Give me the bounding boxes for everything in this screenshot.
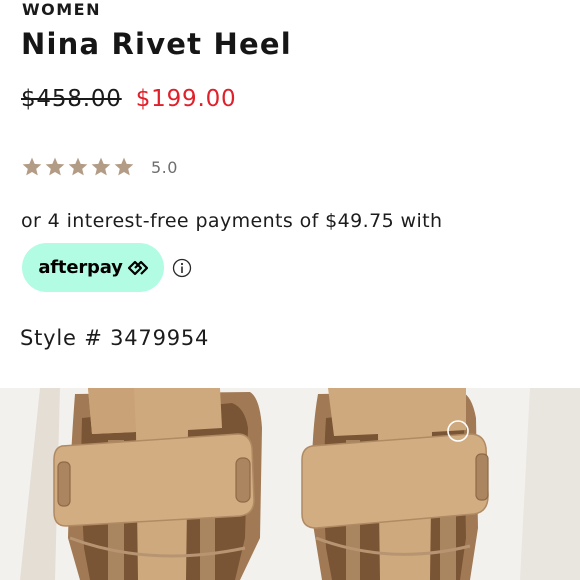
- sale-price: $199.00: [135, 86, 237, 112]
- style-number: Style # 3479954: [20, 326, 210, 350]
- shoe-image: [0, 388, 580, 580]
- price-row: $458.00 $199.00: [21, 84, 236, 114]
- product-category: WOMEN: [22, 0, 101, 19]
- product-title: Nina Rivet Heel: [21, 27, 292, 61]
- product-image[interactable]: [0, 388, 580, 580]
- afterpay-badge[interactable]: afterpay: [22, 243, 164, 292]
- afterpay-row: afterpay: [22, 243, 192, 292]
- star-icon: [91, 157, 111, 176]
- installment-text: or 4 interest-free payments of $49.75 wi…: [21, 210, 443, 232]
- afterpay-label: afterpay: [38, 257, 123, 278]
- star-icon: [68, 157, 88, 176]
- star-rating: [21, 156, 135, 178]
- star-icon: [114, 157, 134, 176]
- star-icon: [22, 157, 42, 176]
- star-icon: [45, 157, 65, 176]
- rating-value: 5.0: [151, 157, 178, 177]
- afterpay-arrows-icon: [127, 260, 148, 275]
- info-icon[interactable]: [172, 258, 192, 278]
- original-price: $458.00: [21, 86, 122, 112]
- rating-row[interactable]: 5.0: [21, 154, 178, 180]
